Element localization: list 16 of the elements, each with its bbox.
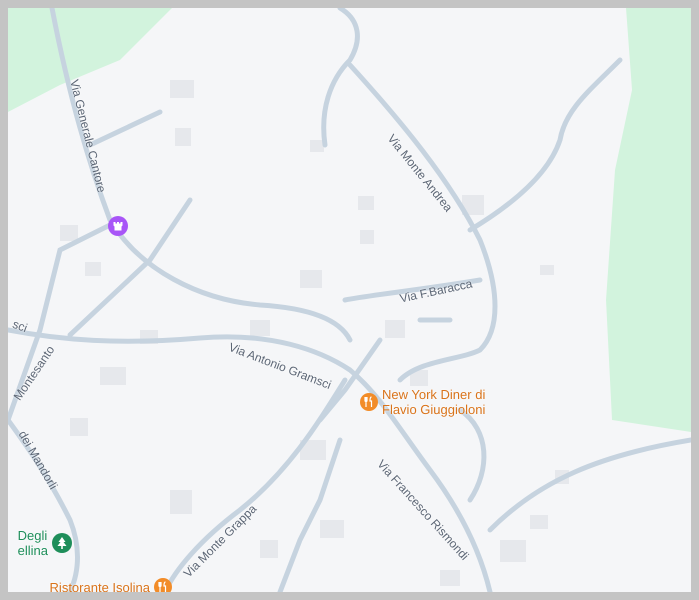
fork-knife-icon[interactable] [154, 578, 172, 592]
building [410, 370, 428, 386]
place-label[interactable]: Ristorante Isolina [50, 580, 150, 592]
place-label[interactable]: Degli ellina [18, 528, 48, 558]
place-label[interactable]: New York Diner di Flavio Giuggioloni [382, 387, 486, 417]
building [310, 140, 324, 152]
castle-icon[interactable] [108, 216, 128, 236]
building [250, 320, 270, 336]
building [462, 195, 484, 215]
fork-knife-icon[interactable] [360, 393, 378, 411]
street-label: sci [10, 316, 30, 337]
building [300, 440, 326, 460]
street-label: Via Generale Cantore [66, 78, 110, 194]
building [60, 225, 78, 241]
street-label: Via F.Baracca [398, 275, 474, 308]
tree-icon[interactable] [52, 533, 72, 553]
